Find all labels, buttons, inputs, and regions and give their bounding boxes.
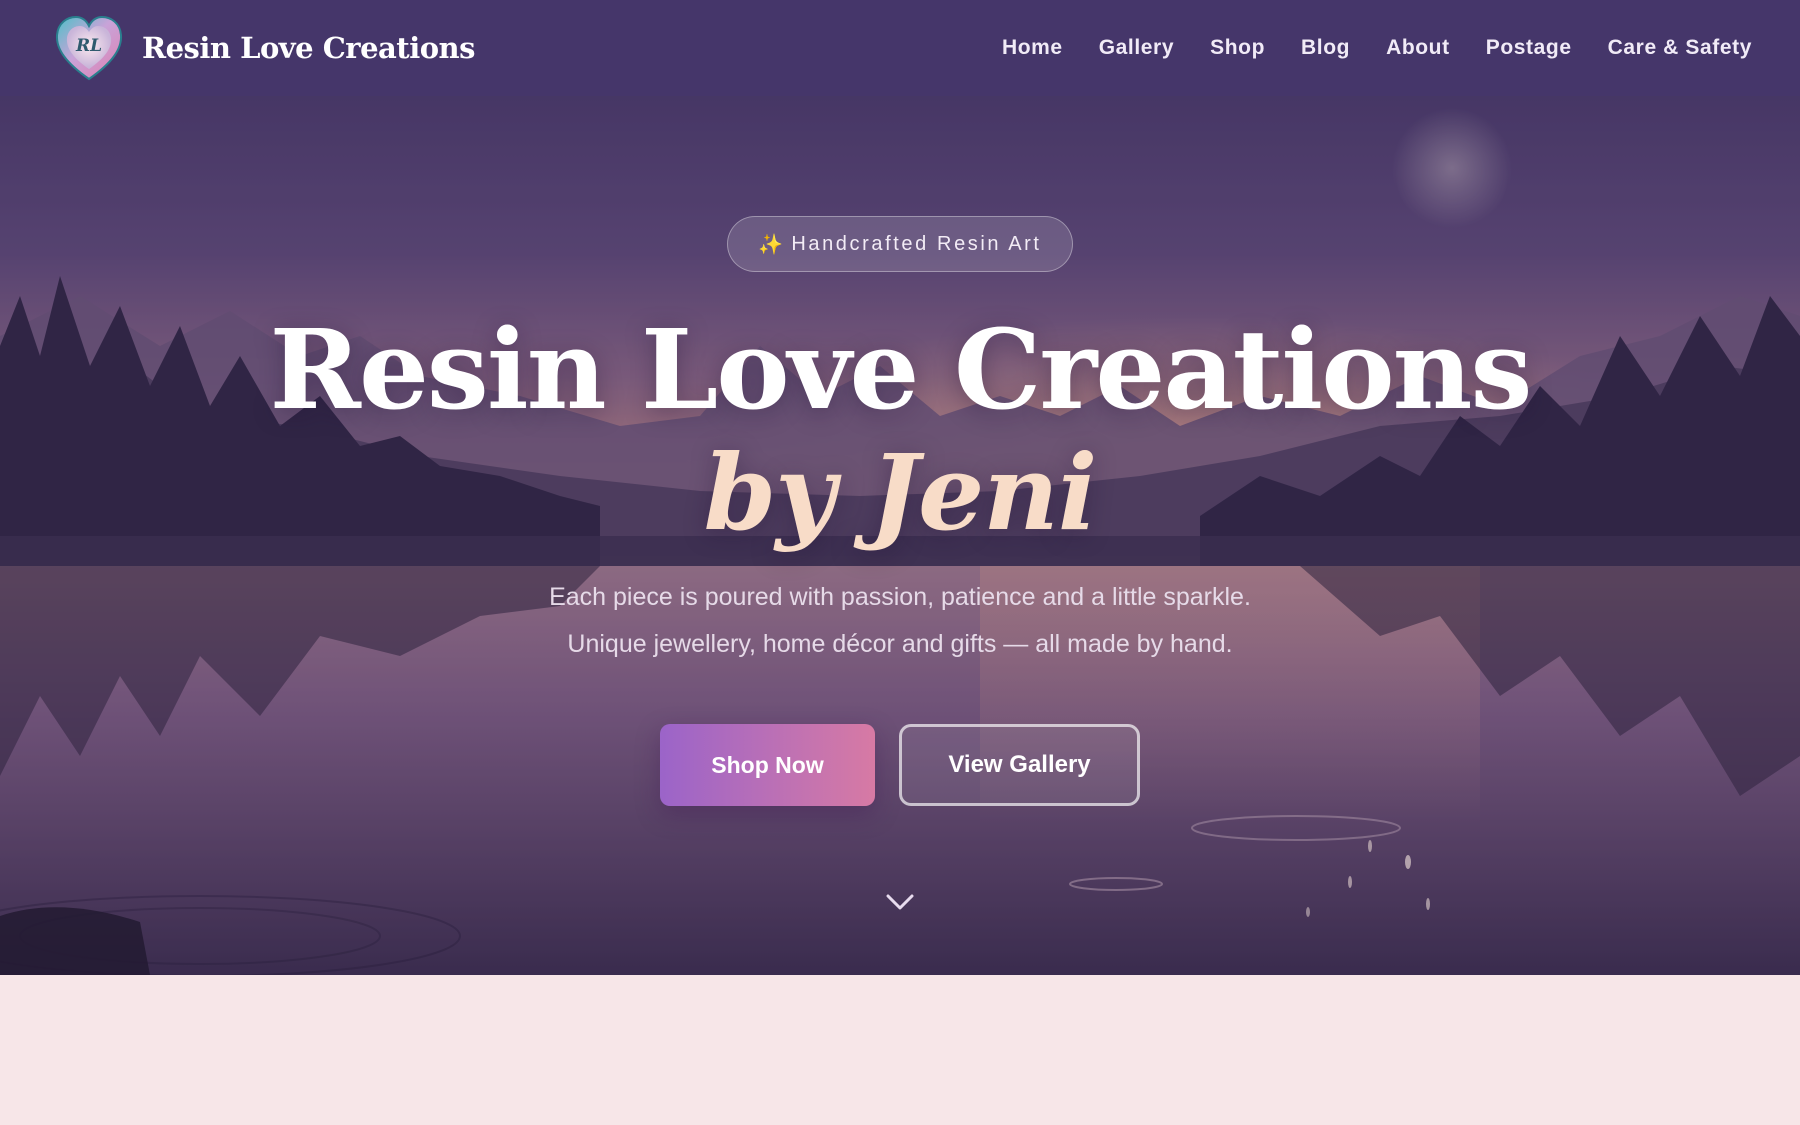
shop-now-button[interactable]: Shop Now xyxy=(660,724,875,806)
next-section xyxy=(0,975,1800,1125)
hero-section: ✨ Handcrafted Resin Art Resin Love Creat… xyxy=(0,96,1800,975)
nav-item-home[interactable]: Home xyxy=(1002,36,1063,60)
hero-title: Resin Love Creations xyxy=(269,305,1533,434)
hero-subtitle: by Jeni xyxy=(703,431,1098,554)
hero-tagline-line-2: Unique jewellery, home décor and gifts —… xyxy=(567,630,1233,658)
nav-item-blog[interactable]: Blog xyxy=(1301,36,1350,60)
view-gallery-button[interactable]: View Gallery xyxy=(899,724,1140,806)
nav-item-shop[interactable]: Shop xyxy=(1210,36,1265,60)
nav-item-about[interactable]: About xyxy=(1386,36,1450,60)
nav-item-postage[interactable]: Postage xyxy=(1486,36,1572,60)
nav-item-care-safety[interactable]: Care & Safety xyxy=(1608,36,1752,60)
hero-tagline-line-1: Each piece is poured with passion, patie… xyxy=(549,583,1251,611)
sparkles-icon: ✨ xyxy=(758,233,784,256)
main-nav: Home Gallery Shop Blog About Postage Car… xyxy=(1002,36,1752,60)
hero-tagline: Each piece is poured with passion, patie… xyxy=(549,574,1251,668)
hero-badge-label: Handcrafted Resin Art xyxy=(791,232,1042,255)
hero-actions: Shop Now View Gallery xyxy=(660,724,1140,806)
brand-name[interactable]: Resin Love Creations xyxy=(142,31,475,65)
hero-badge: ✨ Handcrafted Resin Art xyxy=(727,216,1073,272)
site-header: RL Resin Love Creations Home Gallery Sho… xyxy=(0,0,1800,96)
nav-item-gallery[interactable]: Gallery xyxy=(1099,36,1174,60)
svg-text:RL: RL xyxy=(75,36,102,56)
heart-logo-icon[interactable]: RL xyxy=(52,13,126,83)
hero-content: ✨ Handcrafted Resin Art Resin Love Creat… xyxy=(0,96,1800,975)
brand[interactable]: RL Resin Love Creations xyxy=(52,13,475,83)
chevron-down-icon[interactable] xyxy=(884,890,916,914)
